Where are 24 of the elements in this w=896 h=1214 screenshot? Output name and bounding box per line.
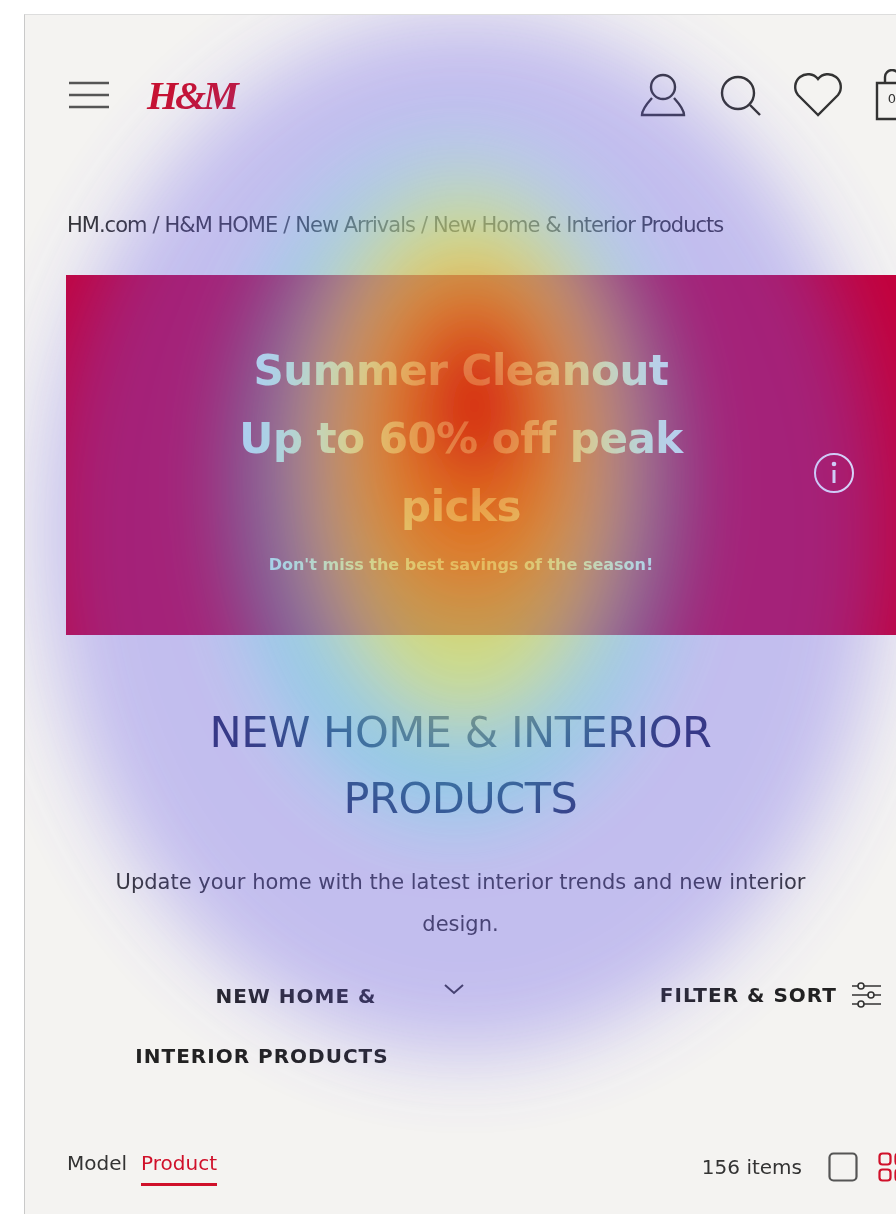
- single-view-icon[interactable]: [828, 1151, 858, 1182]
- menu-icon[interactable]: [67, 79, 111, 111]
- breadcrumb-separator: /: [283, 213, 290, 237]
- chevron-down-icon: [443, 983, 465, 995]
- filter-sort-button[interactable]: FILTER & SORT: [659, 981, 882, 1009]
- heart-icon[interactable]: [792, 71, 844, 119]
- account-icon[interactable]: [638, 71, 688, 119]
- breadcrumb-separator: /: [152, 213, 159, 237]
- sliders-icon: [851, 981, 882, 1009]
- breadcrumb-link[interactable]: New Arrivals: [295, 213, 415, 237]
- page-description: Update your home with the latest interior trends and new interior design.: [114, 869, 807, 938]
- bag-count: 0: [886, 91, 896, 107]
- breadcrumb-link[interactable]: HM.com: [67, 213, 147, 237]
- image-tab[interactable]: Model: [67, 1147, 128, 1186]
- category-dropdown[interactable]: NEW HOME & INTERIOR PRODUCTS: [25, 981, 495, 1091]
- item-count: 156 items: [701, 1154, 802, 1179]
- image-tab[interactable]: Product: [141, 1147, 217, 1186]
- search-icon[interactable]: [718, 73, 762, 117]
- breadcrumb-link[interactable]: H&M HOME: [164, 213, 278, 237]
- info-icon[interactable]: [812, 451, 856, 495]
- logo[interactable]: H&M: [147, 71, 236, 119]
- page-heading: NEW HOME & INTERIOR PRODUCTS: [208, 706, 713, 825]
- shopping-bag-icon[interactable]: 0: [874, 69, 896, 121]
- breadcrumb-separator: /: [420, 213, 427, 237]
